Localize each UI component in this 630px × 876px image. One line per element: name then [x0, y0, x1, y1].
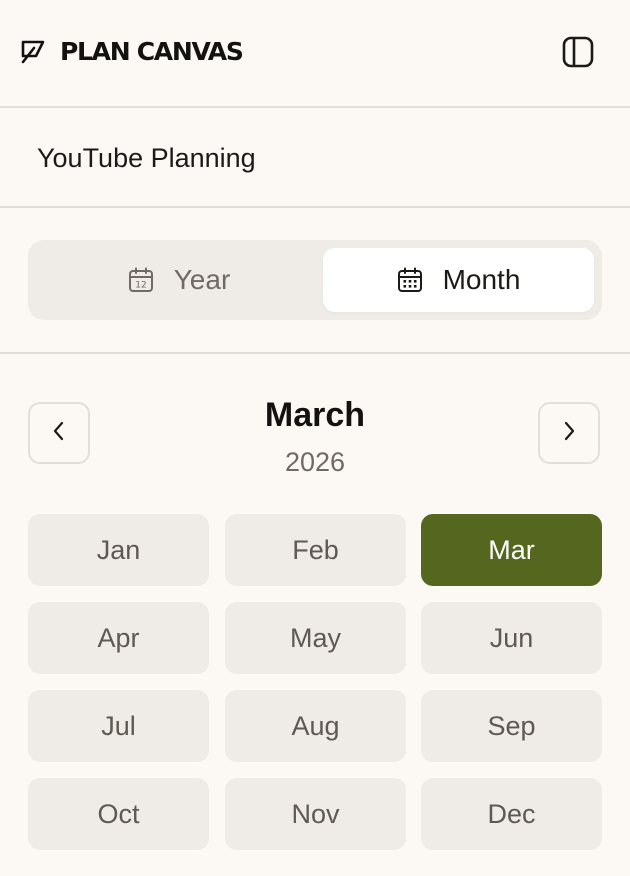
month-cell-sep[interactable]: Sep: [421, 690, 602, 762]
sidebar-panel-icon: [561, 35, 595, 74]
month-cell-jun[interactable]: Jun: [421, 602, 602, 674]
calendar-grid-icon: [397, 267, 423, 293]
month-cell-mar[interactable]: Mar: [421, 514, 602, 586]
view-toggle-month[interactable]: Month: [323, 248, 594, 312]
month-cell-nov[interactable]: Nov: [225, 778, 406, 850]
view-toggle-year[interactable]: 12 Year: [36, 248, 322, 312]
month-cell-feb[interactable]: Feb: [225, 514, 406, 586]
month-cell-may[interactable]: May: [225, 602, 406, 674]
svg-text:12: 12: [135, 281, 146, 291]
current-year-label: 2026: [284, 447, 346, 477]
logo[interactable]: PLAN CANVAS: [20, 37, 244, 67]
project-title: YouTube Planning: [37, 143, 256, 173]
view-toggle: 12 Year Month: [28, 240, 602, 320]
view-toggle-month-label: Month: [442, 264, 521, 295]
calendar-12-icon: 12: [128, 267, 154, 293]
sidebar-toggle-button[interactable]: [560, 36, 596, 72]
month-cell-jan[interactable]: Jan: [28, 514, 209, 586]
view-toggle-year-label: Year: [173, 264, 231, 295]
project-header: YouTube Planning: [0, 108, 630, 208]
logo-text: PLAN CANVAS: [60, 37, 244, 66]
next-month-button[interactable]: [538, 402, 600, 464]
app-window: PLAN CANVAS YouTube Planning 12 Year Mon…: [0, 0, 630, 876]
current-month-label: March: [264, 396, 366, 434]
month-cell-oct[interactable]: Oct: [28, 778, 209, 850]
chevron-right-icon: [560, 419, 578, 448]
app-header: PLAN CANVAS: [0, 0, 630, 108]
month-cell-jul[interactable]: Jul: [28, 690, 209, 762]
month-cell-dec[interactable]: Dec: [421, 778, 602, 850]
month-cell-apr[interactable]: Apr: [28, 602, 209, 674]
leaf-icon: [20, 39, 46, 65]
month-cell-aug[interactable]: Aug: [225, 690, 406, 762]
view-toggle-section: 12 Year Month: [0, 208, 630, 354]
